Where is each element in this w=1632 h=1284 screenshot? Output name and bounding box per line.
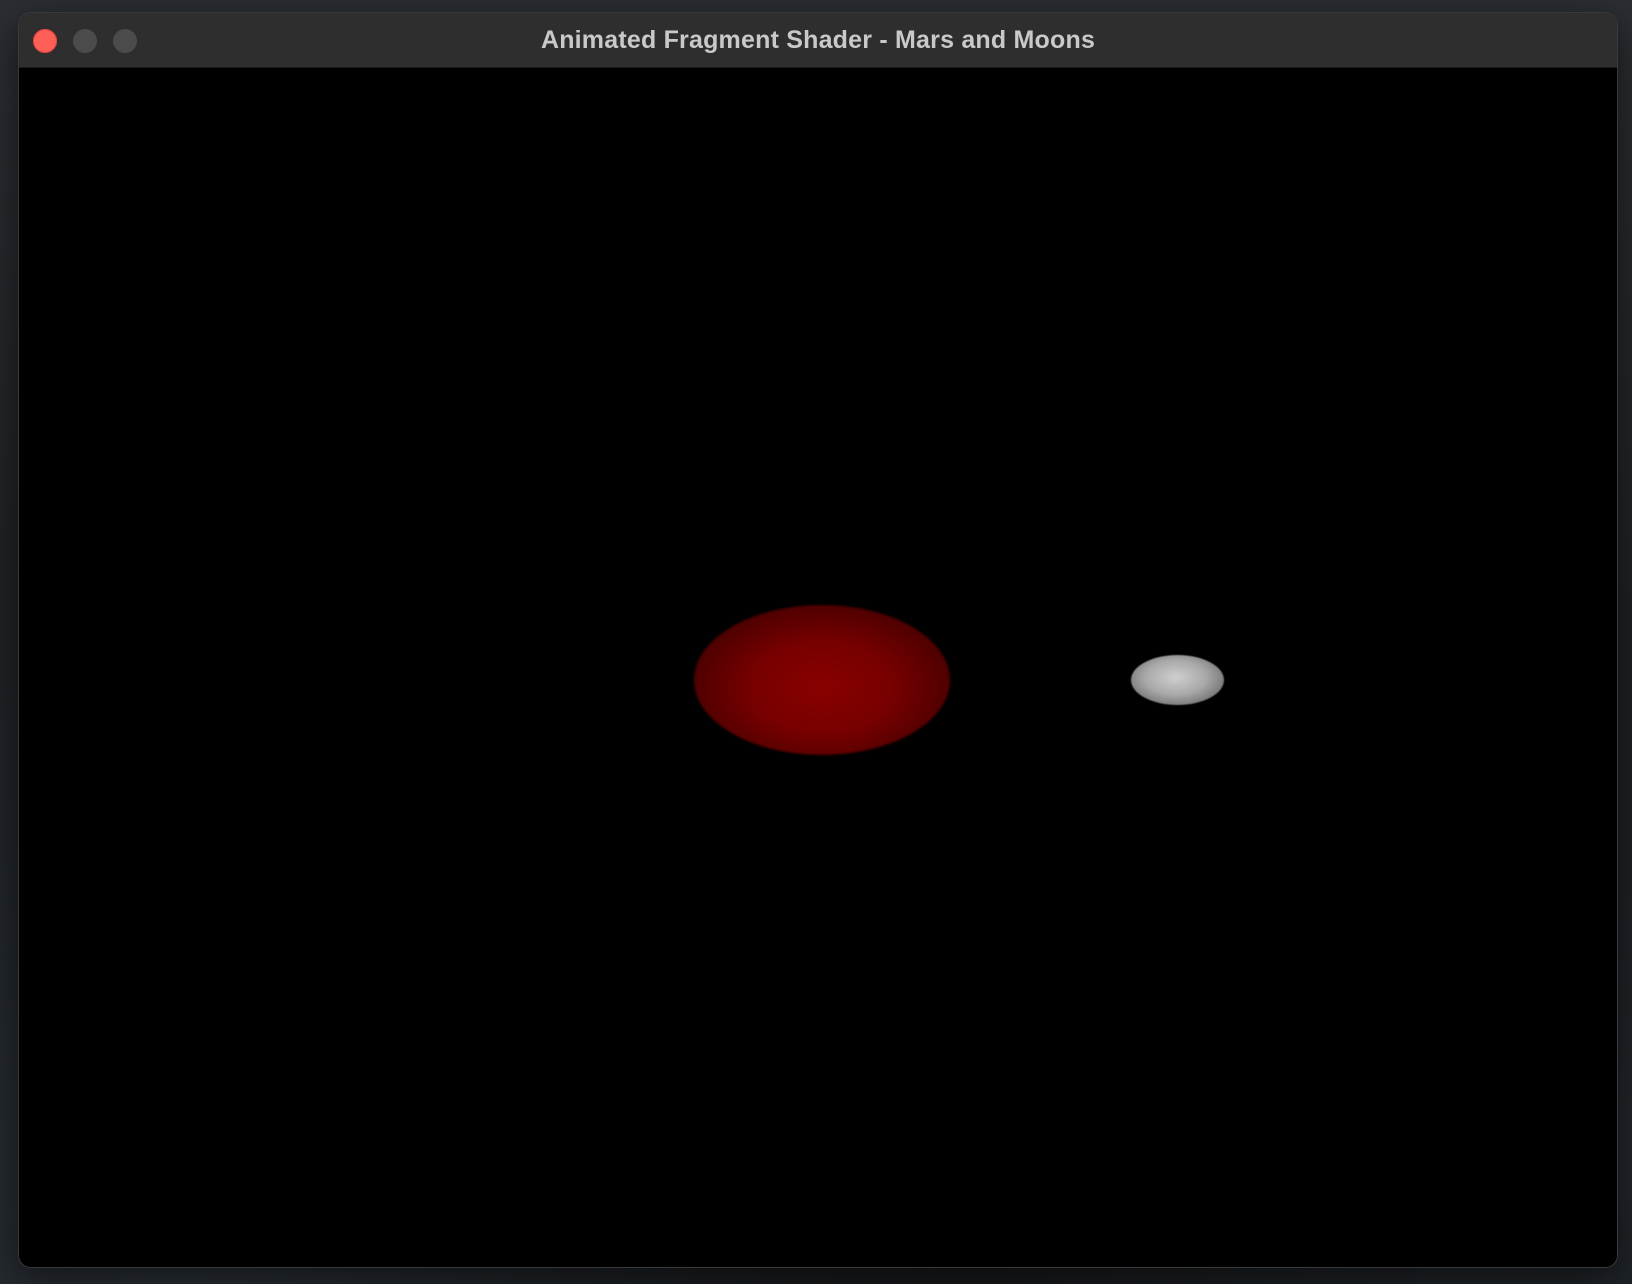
title-bar[interactable]: Animated Fragment Shader - Mars and Moon…: [19, 13, 1617, 68]
app-window: Animated Fragment Shader - Mars and Moon…: [19, 13, 1617, 1267]
window-title: Animated Fragment Shader - Mars and Moon…: [540, 26, 1096, 54]
shader-canvas[interactable]: [19, 68, 1617, 1267]
mars-planet: [694, 605, 950, 755]
moon: [1131, 655, 1224, 705]
